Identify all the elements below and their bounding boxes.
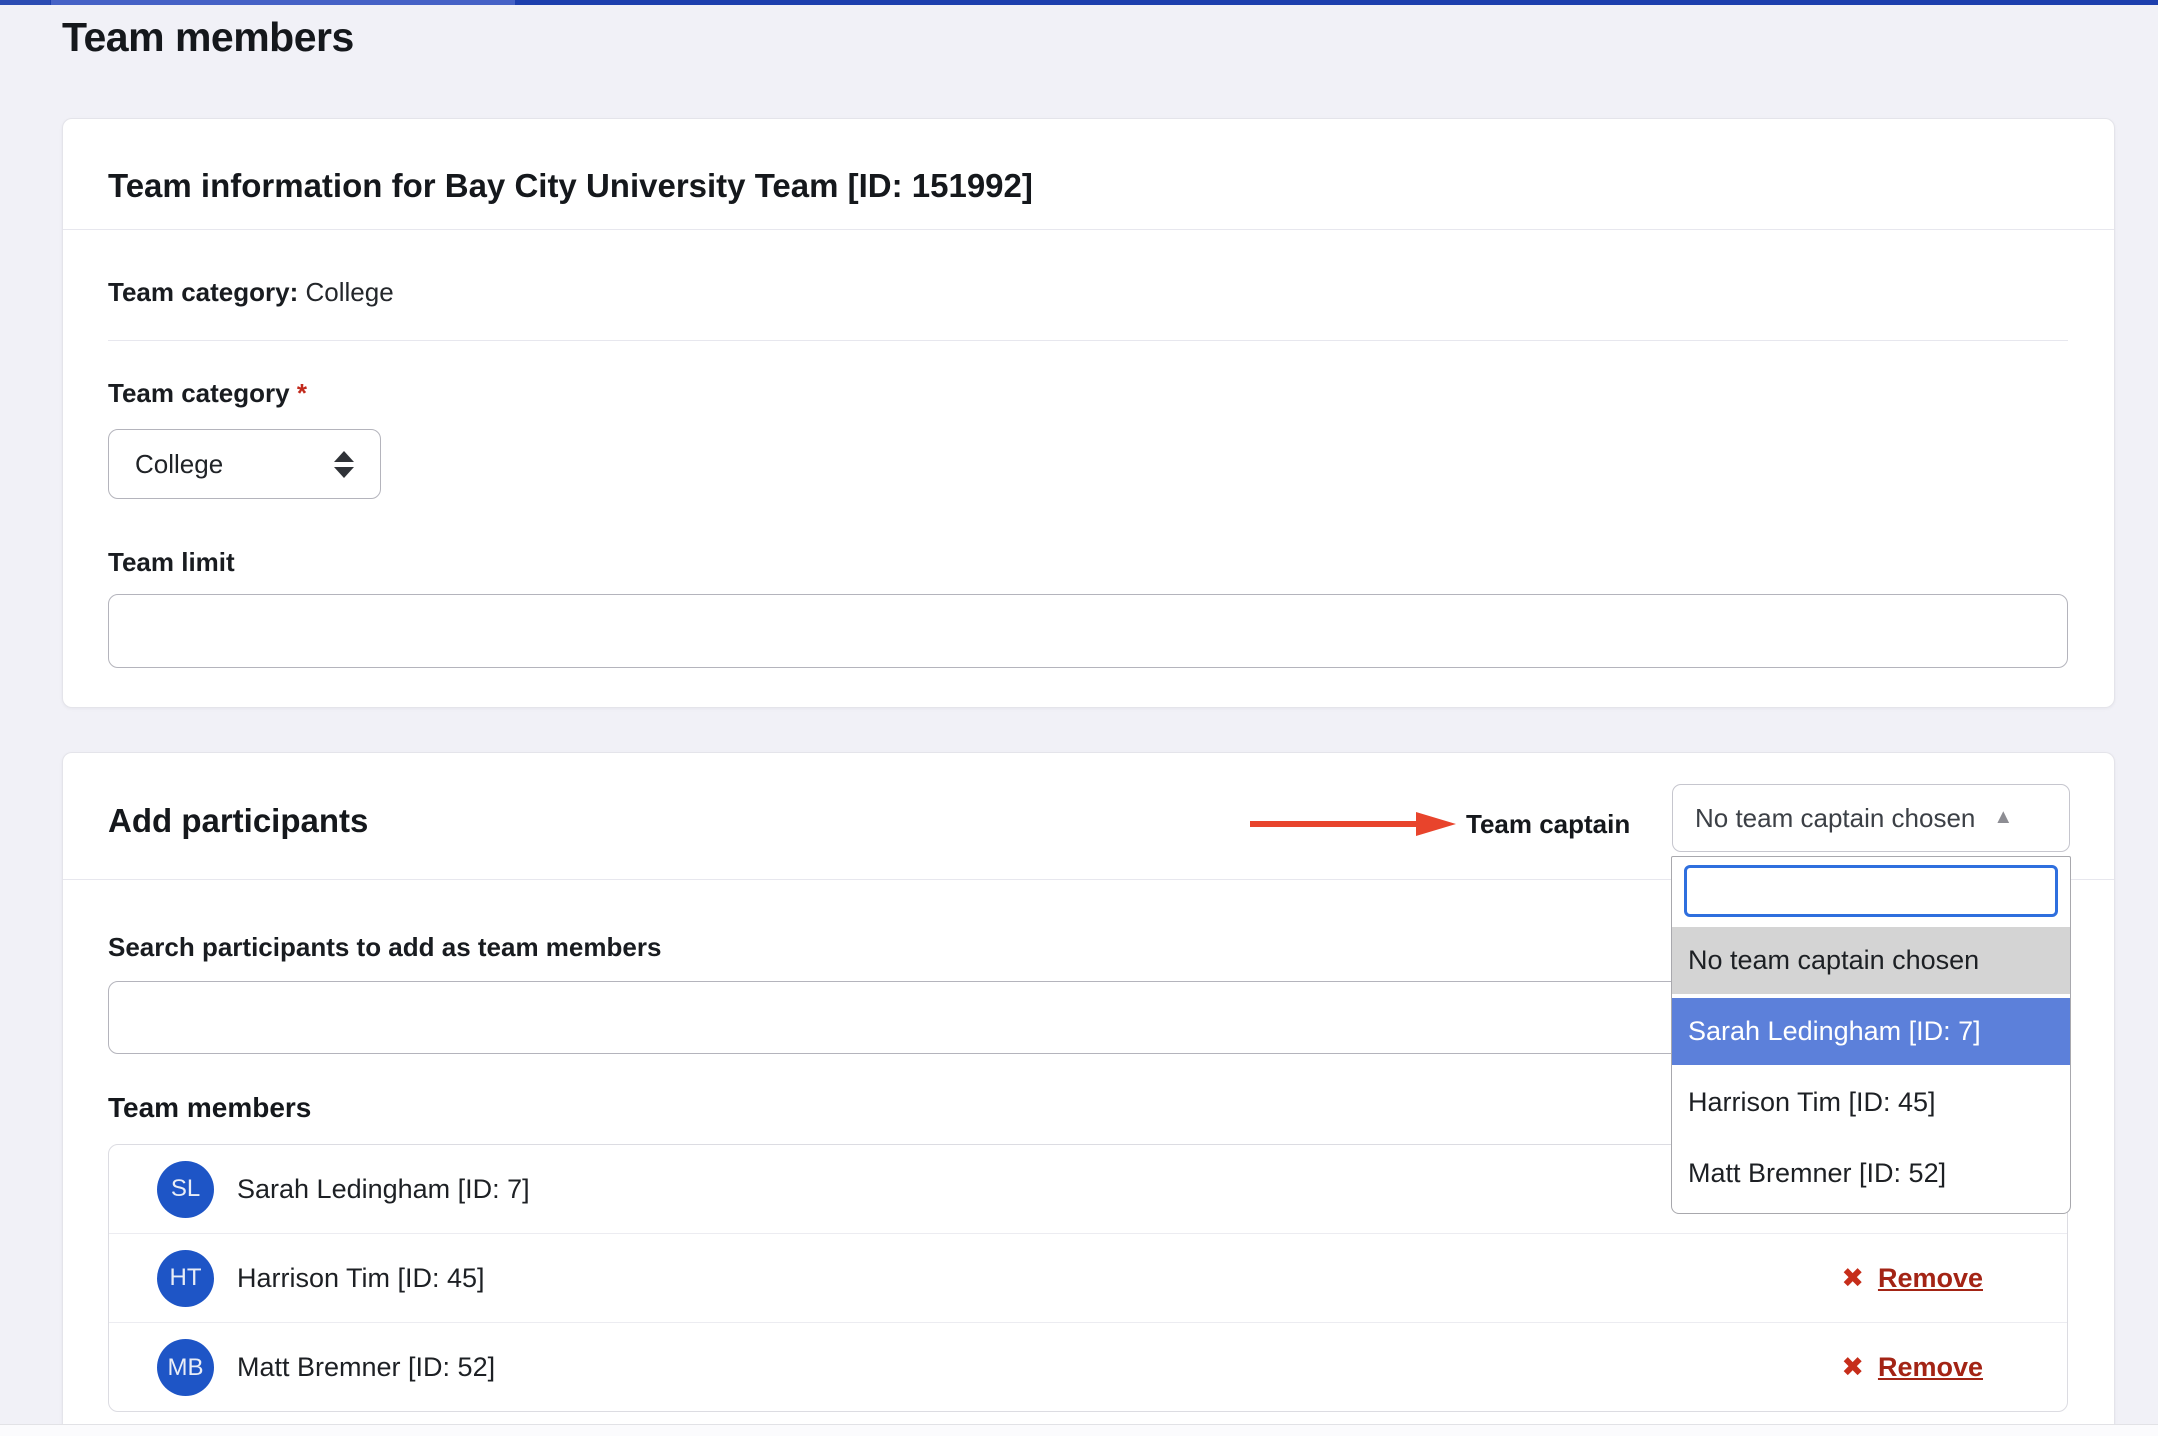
chevron-up-icon: ▲: [1993, 806, 2013, 829]
team-category-select[interactable]: College: [108, 429, 381, 499]
participant-search-label: Search participants to add as team membe…: [108, 932, 661, 963]
team-category-summary: Team category: College: [108, 277, 394, 308]
avatar: SL: [157, 1161, 214, 1218]
team-captain-label: Team captain: [1466, 809, 1630, 840]
top-bar-segment: [515, 0, 2158, 5]
remove-icon: ✖: [1841, 1263, 1864, 1294]
member-row: HT Harrison Tim [ID: 45] ✖ Remove: [109, 1234, 2067, 1323]
remove-icon: ✖: [1841, 1352, 1864, 1383]
team-info-card: Team information for Bay City University…: [62, 118, 2115, 708]
team-category-summary-value: College: [306, 277, 394, 307]
team-category-field-label: Team category *: [108, 378, 307, 409]
captain-option-sarah[interactable]: Sarah Ledingham [ID: 7]: [1672, 998, 2070, 1065]
member-name: Harrison Tim [ID: 45]: [237, 1263, 1841, 1294]
captain-dropdown-panel: No team captain chosen Sarah Ledingham […: [1671, 856, 2071, 1214]
team-limit-input[interactable]: [108, 594, 2068, 668]
section-divider: [108, 340, 2068, 341]
add-participants-card: Add participants Team captain No team ca…: [62, 752, 2115, 1432]
member-row: MB Matt Bremner [ID: 52] ✖ Remove: [109, 1323, 2067, 1412]
team-members-heading: Team members: [108, 1092, 311, 1124]
top-bar-segment: [50, 0, 515, 5]
team-info-heading: Team information for Bay City University…: [108, 167, 1033, 205]
avatar: MB: [157, 1339, 214, 1396]
top-bar-segment: [0, 0, 50, 5]
select-caret-icon: [334, 451, 354, 478]
team-captain-dropdown-value: No team captain chosen: [1695, 803, 1975, 834]
team-category-select-value: College: [135, 449, 326, 480]
page-title: Team members: [62, 14, 354, 61]
captain-dropdown-options: No team captain chosen Sarah Ledingham […: [1672, 927, 2070, 1211]
captain-dropdown-search-input[interactable]: [1684, 865, 2058, 917]
member-name: Matt Bremner [ID: 52]: [237, 1352, 1841, 1383]
required-marker: *: [297, 378, 307, 408]
team-category-summary-label: Team category:: [108, 277, 298, 307]
member-name: Sarah Ledingham [ID: 7]: [237, 1174, 1841, 1205]
add-participants-heading: Add participants: [108, 802, 368, 840]
horizontal-scrollbar-track[interactable]: [0, 1424, 2158, 1436]
top-bar: [0, 0, 2158, 5]
card-header-divider: [63, 229, 2114, 230]
captain-option-none[interactable]: No team captain chosen: [1672, 927, 2070, 994]
captain-option-harrison[interactable]: Harrison Tim [ID: 45]: [1672, 1069, 2070, 1136]
team-limit-label: Team limit: [108, 547, 235, 578]
remove-button[interactable]: ✖ Remove: [1841, 1263, 1983, 1294]
avatar: HT: [157, 1250, 214, 1307]
remove-button[interactable]: ✖ Remove: [1841, 1352, 1983, 1383]
captain-option-matt[interactable]: Matt Bremner [ID: 52]: [1672, 1140, 2070, 1207]
team-captain-dropdown-button[interactable]: No team captain chosen ▲: [1672, 784, 2070, 852]
team-captain-arrow-icon: [1248, 809, 1458, 839]
